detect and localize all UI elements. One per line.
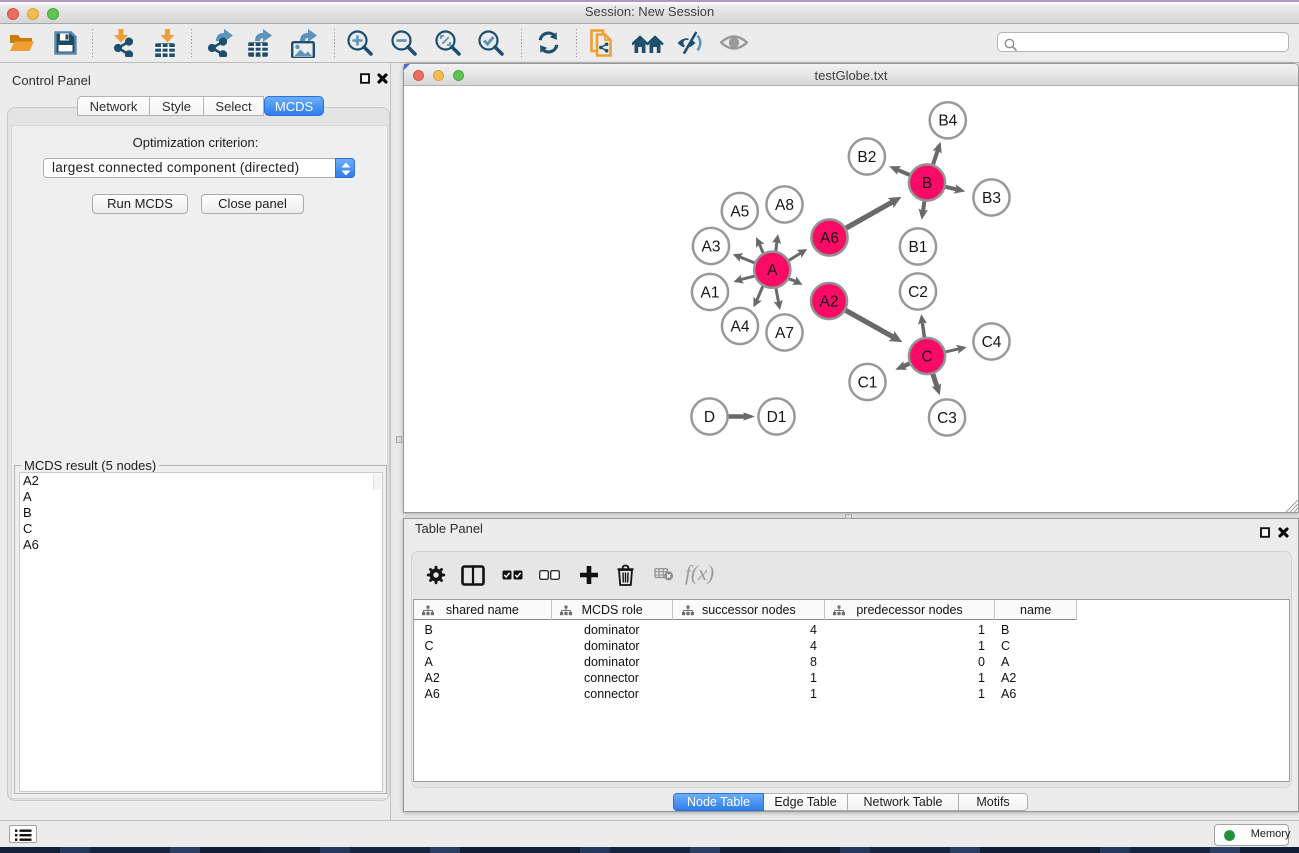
svg-text:C: C	[921, 348, 932, 365]
svg-text:A6: A6	[820, 230, 839, 247]
svg-text:D1: D1	[767, 409, 787, 426]
svg-text:C4: C4	[982, 334, 1002, 351]
svg-text:B4: B4	[938, 113, 957, 130]
svg-text:C1: C1	[858, 374, 878, 391]
svg-text:C2: C2	[908, 284, 928, 301]
svg-text:A2: A2	[820, 293, 839, 310]
svg-text:A1: A1	[701, 284, 720, 301]
svg-text:B3: B3	[982, 190, 1001, 207]
svg-text:D: D	[704, 409, 715, 426]
svg-text:A: A	[767, 262, 778, 279]
svg-text:C3: C3	[937, 410, 957, 427]
svg-text:A7: A7	[775, 325, 794, 342]
svg-text:A3: A3	[702, 238, 721, 255]
svg-text:A4: A4	[731, 318, 750, 335]
svg-text:B2: B2	[857, 149, 876, 166]
svg-text:B1: B1	[909, 239, 928, 256]
svg-text:B: B	[922, 175, 932, 192]
svg-text:A8: A8	[775, 197, 794, 214]
svg-text:A5: A5	[730, 203, 749, 220]
